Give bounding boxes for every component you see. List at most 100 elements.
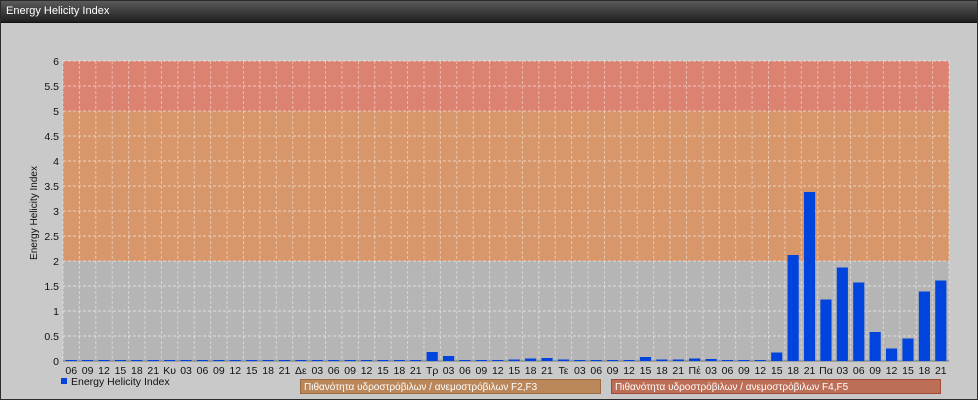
bar (98, 360, 110, 361)
x-axis-ticks: 06 09 12 15 18 21 Κυ 03 06 09 12 15 18 21 Δε 03 06 09 12 15… (65, 365, 946, 377)
bar (590, 360, 602, 361)
bar (114, 360, 127, 361)
x-tick-label: 09 (344, 365, 356, 377)
bar (180, 360, 192, 361)
x-tick-label: 03 (311, 365, 323, 377)
bar (360, 360, 373, 361)
bar (164, 360, 176, 361)
band-label-f2-f3: Πιθανότητα υδροστρόβιλων / ανεμοστρόβιλω… (300, 379, 601, 394)
bar (902, 338, 914, 361)
bar (803, 192, 816, 361)
bar (935, 280, 947, 361)
bar (475, 360, 487, 361)
bar (836, 267, 848, 361)
x-tick-label: 18 (394, 365, 406, 377)
bar (262, 360, 274, 361)
x-tick-label: 18 (525, 365, 537, 377)
bar (377, 360, 389, 361)
y-tick-label: 0.5 (44, 331, 59, 343)
bar (672, 359, 684, 361)
x-tick-label: Τε (558, 365, 568, 377)
bar (344, 360, 356, 361)
x-tick-label: 03 (705, 365, 717, 377)
bar (557, 359, 570, 361)
y-tick-label: 0 (53, 356, 59, 368)
bar (721, 360, 734, 361)
y-tick-label: 4 (53, 156, 59, 168)
x-tick-label: Πέ (689, 365, 702, 377)
x-tick-label: 09 (476, 365, 488, 377)
bar (311, 360, 323, 361)
chart-window: Energy Helicity Index 0 0.5 1 1.5 2 2.5 3 3.5 4 4… (0, 0, 978, 400)
x-tick-label: 09 (738, 365, 750, 377)
bar (410, 360, 422, 361)
x-tick-label: 06 (853, 365, 865, 377)
x-tick-label: 15 (771, 365, 783, 377)
x-tick-label: 06 (328, 365, 340, 377)
y-tick-label: 5.5 (44, 81, 59, 93)
x-tick-label: 06 (459, 365, 471, 377)
bar (213, 360, 225, 361)
bar (689, 358, 701, 361)
y-tick-label: 1 (53, 306, 59, 318)
bar (787, 255, 799, 361)
x-tick-label: Πα (819, 365, 833, 377)
x-tick-label: Δε (295, 365, 307, 377)
bar (639, 357, 652, 361)
y-tick-label: 4.5 (44, 131, 59, 143)
bar (393, 360, 405, 361)
band-label-f4-f5: Πιθανότητα υδροστρόβιλων / ανεμοστρόβιλω… (611, 379, 941, 394)
x-tick-label: 15 (377, 365, 389, 377)
bar (459, 360, 471, 361)
bar (442, 356, 455, 361)
y-tick-label: 1.5 (44, 281, 59, 293)
bar (754, 360, 766, 361)
bar (147, 360, 159, 361)
title-bar: Energy Helicity Index (1, 1, 977, 23)
y-tick-label: 2 (53, 256, 59, 268)
legend: Energy Helicity Index (61, 376, 170, 388)
bar (426, 352, 438, 361)
x-tick-label: 03 (574, 365, 586, 377)
x-tick-label: 18 (262, 365, 274, 377)
bar (196, 360, 209, 361)
x-tick-label: 21 (804, 365, 816, 377)
y-tick-label: 2.5 (44, 231, 59, 243)
y-tick-label: 5 (53, 106, 59, 118)
bar (508, 359, 520, 361)
x-tick-label: 06 (722, 365, 734, 377)
bar (885, 348, 898, 361)
bar (278, 360, 291, 361)
x-tick-label: 03 (837, 365, 849, 377)
y-tick-label: 3.5 (44, 181, 59, 193)
x-tick-label: 21 (279, 365, 291, 377)
x-tick-label: 12 (361, 365, 373, 377)
x-tick-label: 15 (246, 365, 258, 377)
legend-label: Energy Helicity Index (71, 376, 170, 388)
bar-chart: 00.511.522.533.544.555.56 06 09 12 15 18 21 Κυ… (29, 56, 950, 377)
bar (82, 360, 94, 361)
bar (65, 360, 77, 361)
legend-swatch (61, 378, 67, 384)
x-tick-label: 18 (656, 365, 668, 377)
bar (705, 359, 717, 361)
x-tick-label: 12 (229, 365, 241, 377)
bar (918, 291, 930, 361)
x-tick-label: 15 (508, 365, 520, 377)
x-tick-label: 21 (541, 365, 553, 377)
y-tick-label: 3 (53, 206, 59, 218)
x-tick-label: 21 (672, 365, 684, 377)
x-tick-label: 03 (180, 365, 192, 377)
y-axis-label: Energy Helicity Index (29, 166, 40, 260)
x-tick-label: 06 (197, 365, 209, 377)
bar (820, 299, 832, 361)
x-tick-label: Τρ (426, 365, 438, 377)
x-tick-label: 18 (787, 365, 799, 377)
x-tick-label: 12 (623, 365, 635, 377)
bar (853, 282, 865, 361)
bar (328, 360, 340, 361)
bar (246, 360, 258, 361)
x-tick-label: 12 (886, 365, 898, 377)
bar (738, 360, 750, 361)
bar (574, 360, 586, 361)
